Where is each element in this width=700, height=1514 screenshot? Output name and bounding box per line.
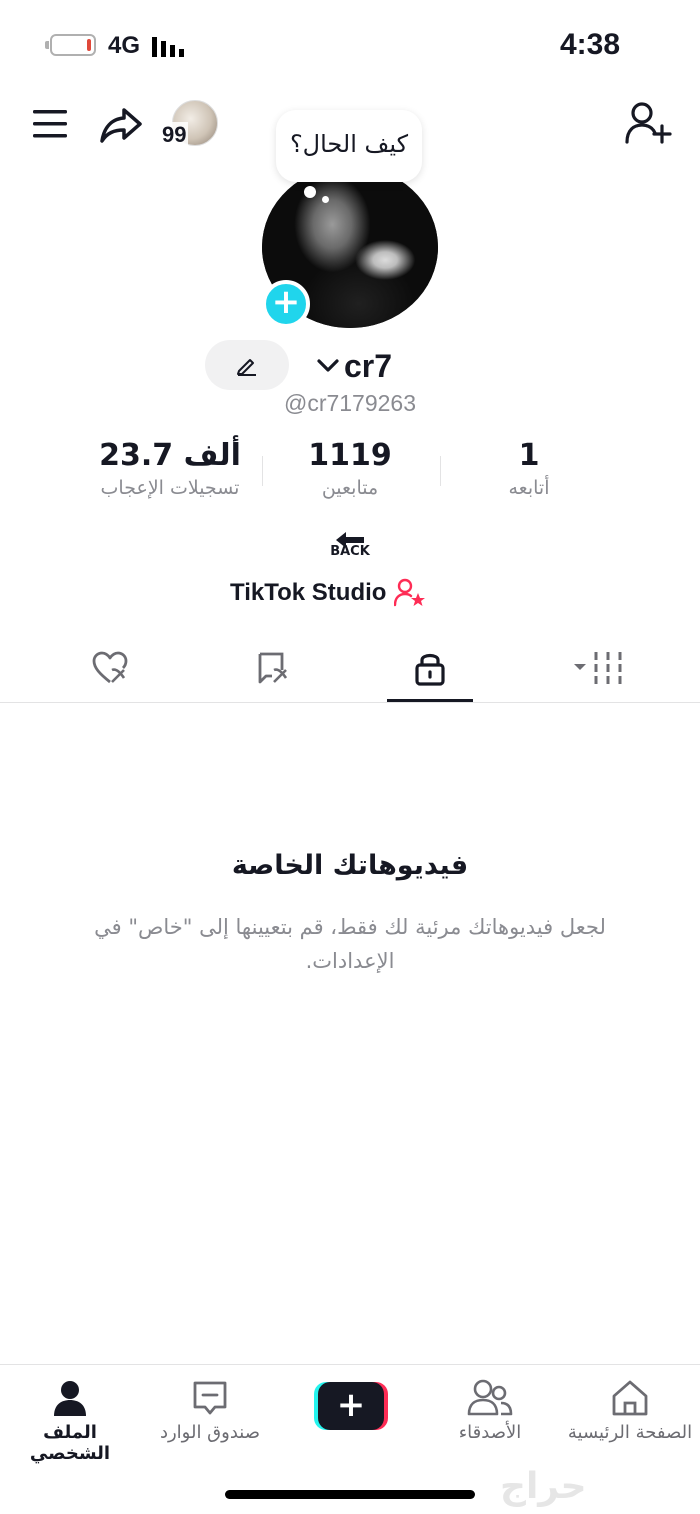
likes-label: تسجيلات الإعجاب <box>100 477 240 499</box>
bubble-dot <box>304 186 316 198</box>
friends-icon <box>467 1379 513 1416</box>
likes-count: 23.7 ألف <box>99 438 241 473</box>
empty-state-description: لجعل فيديوهاتك مرئية لك فقط، قم بتعيينها… <box>94 915 606 973</box>
create-button[interactable]: + <box>314 1382 388 1430</box>
edit-profile-button[interactable] <box>205 340 289 390</box>
nav-profile[interactable]: الملف الشخصي <box>0 1374 140 1464</box>
empty-state-title: فيديوهاتك الخاصة <box>231 850 469 881</box>
avatar-count-badge: 99 <box>160 122 189 148</box>
heart-lock-icon <box>92 651 128 684</box>
home-icon <box>612 1380 648 1416</box>
bubble-dot <box>322 196 329 203</box>
nav-home[interactable]: الصفحة الرئيسية <box>560 1374 700 1454</box>
note-bubble[interactable]: كيف الحال؟ <box>276 110 422 182</box>
note-text: كيف الحال؟ <box>289 130 409 158</box>
repost-icon <box>258 652 288 684</box>
nav-friends-label: الأصدقاء <box>458 1422 522 1443</box>
nav-home-label: الصفحة الرئيسية <box>567 1422 693 1443</box>
lock-icon <box>415 653 445 686</box>
share-icon[interactable] <box>98 102 144 148</box>
signal-icon <box>152 37 184 57</box>
pencil-icon <box>237 359 256 376</box>
following-stat[interactable]: 1 أتابعه <box>429 438 629 499</box>
tab-reposts[interactable] <box>222 640 322 698</box>
nav-profile-label: الملف الشخصي <box>29 1422 111 1464</box>
menu-icon[interactable] <box>30 106 70 142</box>
following-label: أتابعه <box>508 477 550 499</box>
grid-icon <box>574 652 622 684</box>
home-indicator[interactable] <box>225 1490 475 1499</box>
creator-star-icon <box>394 578 426 607</box>
followers-label: متابعين <box>321 477 379 499</box>
tab-private[interactable] <box>380 640 480 698</box>
studio-label: TikTok Studio <box>230 579 387 606</box>
add-story-button[interactable]: + <box>262 280 310 328</box>
inbox-icon <box>193 1381 227 1415</box>
following-count: 1 <box>518 438 540 473</box>
tabs-divider <box>0 702 700 703</box>
back-label[interactable]: BACK <box>320 544 380 559</box>
nav-friends[interactable]: الأصدقاء <box>420 1374 560 1454</box>
tab-liked[interactable] <box>60 640 160 698</box>
profile-name: cr7 <box>344 347 393 384</box>
likes-stat[interactable]: 23.7 ألف تسجيلات الإعجاب <box>70 438 270 499</box>
nav-inbox-label: صندوق الوارد <box>159 1422 261 1443</box>
account-switcher[interactable]: cr7 <box>316 346 392 386</box>
network-type: 4G <box>108 32 141 59</box>
nav-inbox[interactable]: صندوق الوارد <box>140 1374 280 1454</box>
followers-count: 1119 <box>308 438 392 473</box>
plus-icon: + <box>318 1382 384 1430</box>
profile-handle: @cr7179263 <box>283 390 417 416</box>
chevron-down-icon <box>317 359 339 372</box>
profile-icon <box>54 1381 86 1416</box>
tiktok-studio-link[interactable]: TikTok Studio <box>230 576 426 610</box>
watermark: حراج <box>500 1466 587 1507</box>
add-user-icon[interactable] <box>624 100 674 146</box>
followers-stat[interactable]: 1119 متابعين <box>250 438 450 499</box>
status-time: 4:38 <box>559 28 621 61</box>
nav-divider <box>0 1364 700 1365</box>
tab-videos[interactable] <box>550 640 650 698</box>
battery-icon <box>45 34 96 56</box>
